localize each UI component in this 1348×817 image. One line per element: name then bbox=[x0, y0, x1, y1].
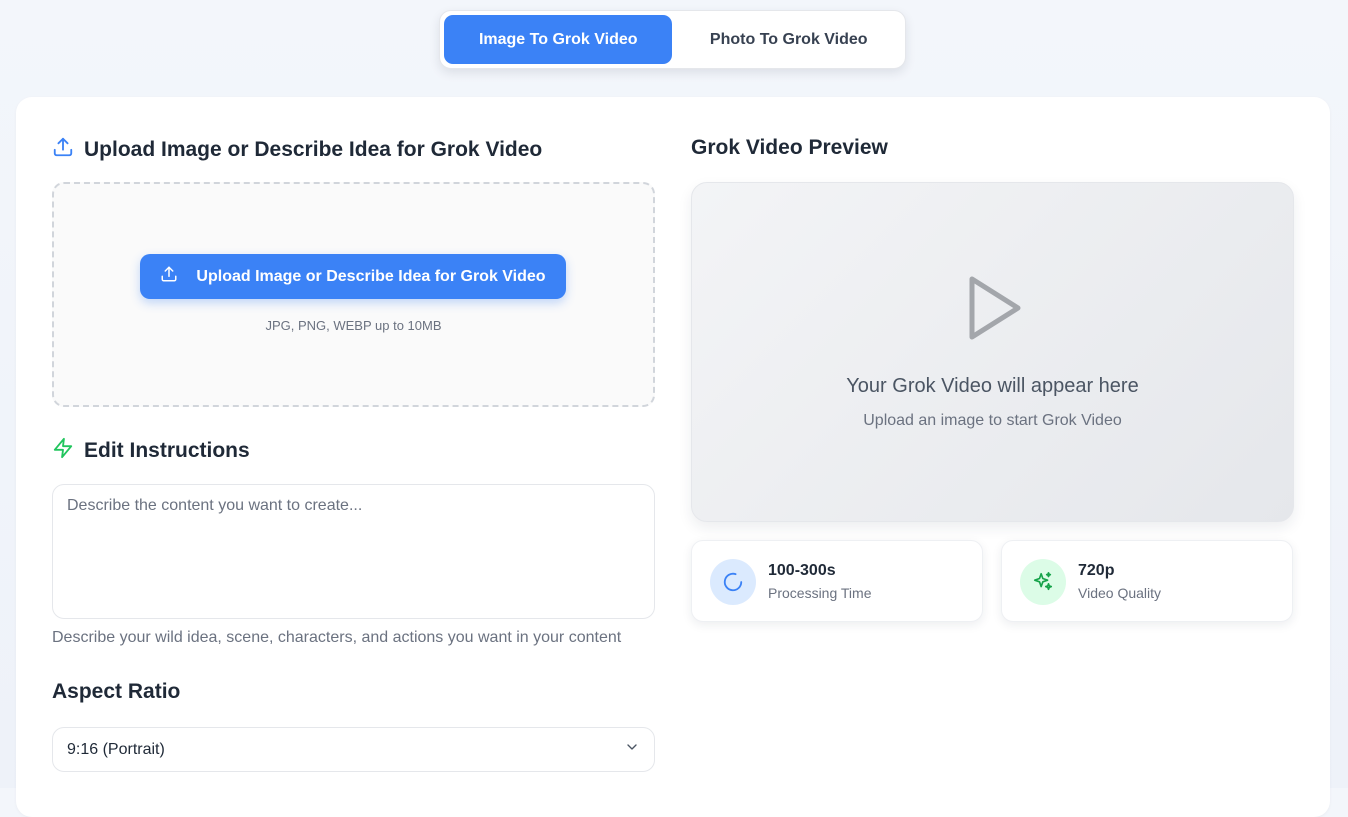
upload-icon bbox=[160, 265, 178, 288]
play-icon bbox=[968, 275, 1024, 346]
upload-section-title: Upload Image or Describe Idea for Grok V… bbox=[52, 136, 542, 164]
upload-icon bbox=[52, 136, 74, 164]
video-quality-label: Video Quality bbox=[1078, 585, 1162, 601]
preview-section-title: Grok Video Preview bbox=[691, 136, 888, 160]
processing-time-value: 100-300s bbox=[768, 562, 836, 579]
chevron-down-icon bbox=[624, 739, 640, 760]
preview-placeholder-title: Your Grok Video will appear here bbox=[846, 375, 1139, 397]
aspect-ratio-title-text: Aspect Ratio bbox=[52, 680, 181, 703]
upload-image-button[interactable]: Upload Image or Describe Idea for Grok V… bbox=[140, 254, 566, 299]
aspect-ratio-value: 9:16 (Portrait) bbox=[67, 740, 165, 758]
instructions-title-text: Edit Instructions bbox=[84, 439, 250, 462]
tab-photo-to-grok-video[interactable]: Photo To Grok Video bbox=[676, 15, 901, 64]
instructions-section-title: Edit Instructions bbox=[52, 437, 250, 465]
loader-icon bbox=[710, 559, 756, 605]
aspect-ratio-select[interactable]: 9:16 (Portrait) bbox=[52, 727, 655, 772]
processing-time-card: 100-300s Processing Time bbox=[691, 540, 983, 622]
video-preview-area: Your Grok Video will appear here Upload … bbox=[691, 182, 1294, 522]
supported-formats-text: JPG, PNG, WEBP up to 10MB bbox=[265, 318, 442, 333]
aspect-ratio-title: Aspect Ratio bbox=[52, 680, 180, 704]
tab-image-to-grok-video[interactable]: Image To Grok Video bbox=[444, 15, 673, 64]
processing-time-label: Processing Time bbox=[768, 585, 872, 601]
video-quality-value: 720p bbox=[1078, 562, 1115, 579]
upload-section-title-text: Upload Image or Describe Idea for Grok V… bbox=[84, 138, 543, 161]
preview-placeholder-subtitle: Upload an image to start Grok Video bbox=[863, 412, 1122, 429]
sparkles-icon bbox=[1020, 559, 1066, 605]
mode-tabs: Image To Grok Video Photo To Grok Video bbox=[439, 10, 906, 69]
video-quality-card: 720p Video Quality bbox=[1001, 540, 1293, 622]
instructions-textarea[interactable] bbox=[52, 484, 655, 619]
lightning-icon bbox=[52, 437, 74, 465]
preview-title-text: Grok Video Preview bbox=[691, 136, 888, 159]
upload-button-label: Upload Image or Describe Idea for Grok V… bbox=[196, 267, 546, 285]
instructions-hint: Describe your wild idea, scene, characte… bbox=[52, 629, 622, 646]
